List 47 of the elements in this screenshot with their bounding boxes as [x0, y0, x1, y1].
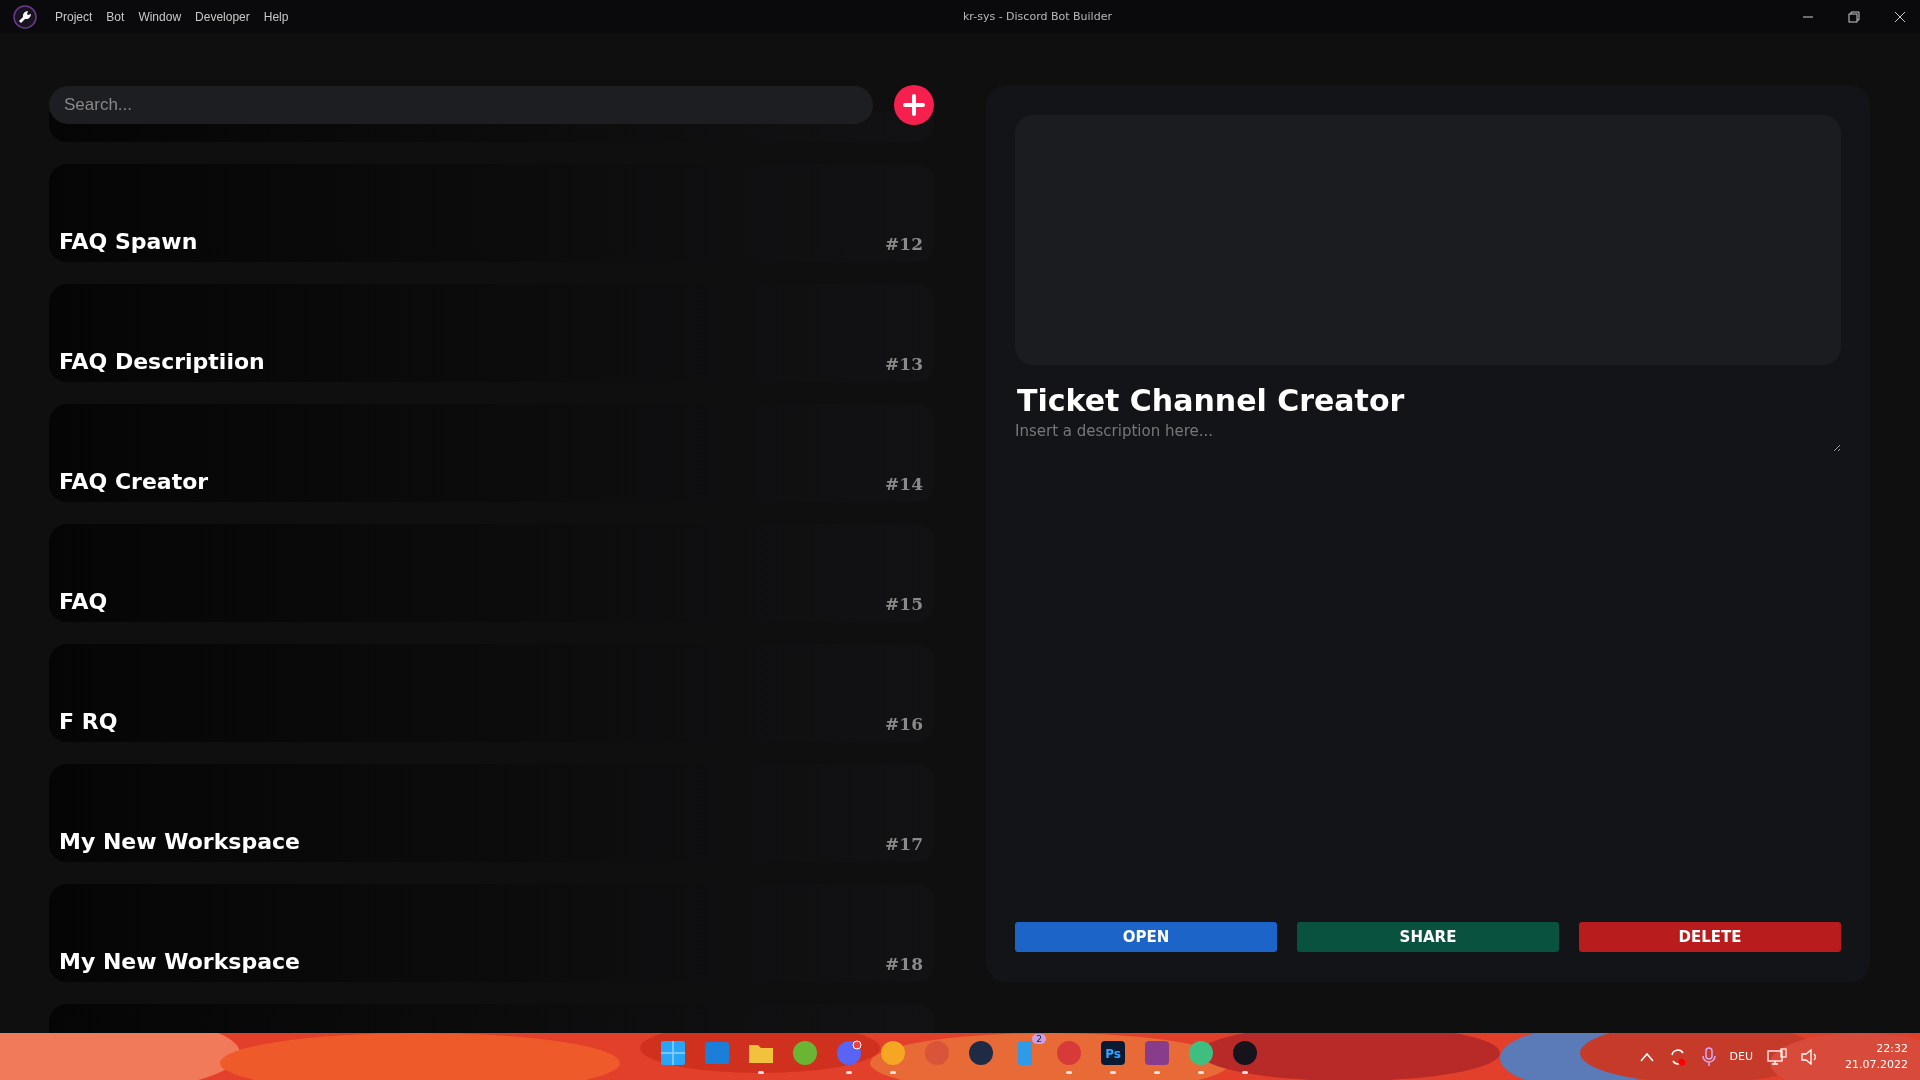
- workspace-number: #15: [885, 594, 923, 614]
- add-icon[interactable]: [894, 85, 934, 125]
- clock-time[interactable]: 22:32: [1876, 1042, 1908, 1055]
- workspace-name: FAQ Creator: [59, 469, 209, 494]
- close-icon[interactable]: [1894, 10, 1906, 23]
- workspace-card[interactable]: My New Workspace #18: [49, 884, 934, 982]
- workspace-name: My New Workspace: [59, 829, 300, 854]
- workspace-number: #13: [885, 354, 923, 374]
- search-field[interactable]: Search...: [49, 86, 874, 124]
- menu-item[interactable]: Help: [263, 9, 289, 24]
- clock-date[interactable]: 21.07.2022: [1845, 1058, 1908, 1071]
- share-button[interactable]: SHARE: [1297, 922, 1559, 952]
- ps-app-icon[interactable]: Ps: [1100, 1039, 1126, 1066]
- workspace-name: F RQ: [59, 709, 118, 734]
- workspace-name: FAQ Descriptiion: [59, 349, 265, 374]
- workspace-card[interactable]: FAQ Creator #14: [49, 404, 934, 502]
- workspace-card[interactable]: FAQ Spawn #12: [49, 164, 934, 262]
- workspace-number: #14: [885, 474, 923, 494]
- microphone-icon[interactable]: [1701, 1046, 1716, 1067]
- open-button[interactable]: OPEN: [1015, 922, 1277, 952]
- workspace-title: Ticket Channel Creator: [1016, 383, 1406, 418]
- workspace-name: FAQ Spawn: [59, 229, 198, 254]
- language-indicator[interactable]: DEU: [1729, 1050, 1753, 1063]
- chevron-up-icon[interactable]: [1639, 1051, 1654, 1062]
- workspace-number: #12: [885, 234, 923, 254]
- workspace-number: #17: [885, 834, 923, 854]
- workspace-name: FAQ: [59, 589, 108, 614]
- menu-item[interactable]: Bot: [106, 9, 125, 24]
- volume-icon[interactable]: [1801, 1048, 1819, 1065]
- notification-badge: 2: [1032, 1033, 1046, 1044]
- window-title: kr-sys - Discord Bot Builder: [963, 10, 1112, 23]
- delete-button[interactable]: DELETE: [1579, 922, 1841, 952]
- workspace-card[interactable]: My New Workspace #17: [49, 764, 934, 862]
- description-field[interactable]: Insert a description here...: [1015, 422, 1841, 452]
- workspace-number: #18: [885, 954, 923, 974]
- workspace-name: My New Workspace: [59, 949, 300, 974]
- workspace-card[interactable]: FAQ #15: [49, 524, 934, 622]
- workspace-card[interactable]: F RQ #16: [49, 644, 934, 742]
- workspace-number: #16: [885, 714, 923, 734]
- workspace-card[interactable]: FAQ Descriptiion #13: [49, 284, 934, 382]
- menu-item[interactable]: Window: [138, 9, 182, 24]
- wrench-logo-icon: [13, 4, 37, 29]
- menu-item[interactable]: Developer: [195, 9, 250, 24]
- restore-icon[interactable]: [1848, 10, 1860, 23]
- menu-item[interactable]: Project: [55, 9, 93, 24]
- network-icon[interactable]: [1767, 1047, 1787, 1066]
- start-app-icon[interactable]: [660, 1039, 686, 1066]
